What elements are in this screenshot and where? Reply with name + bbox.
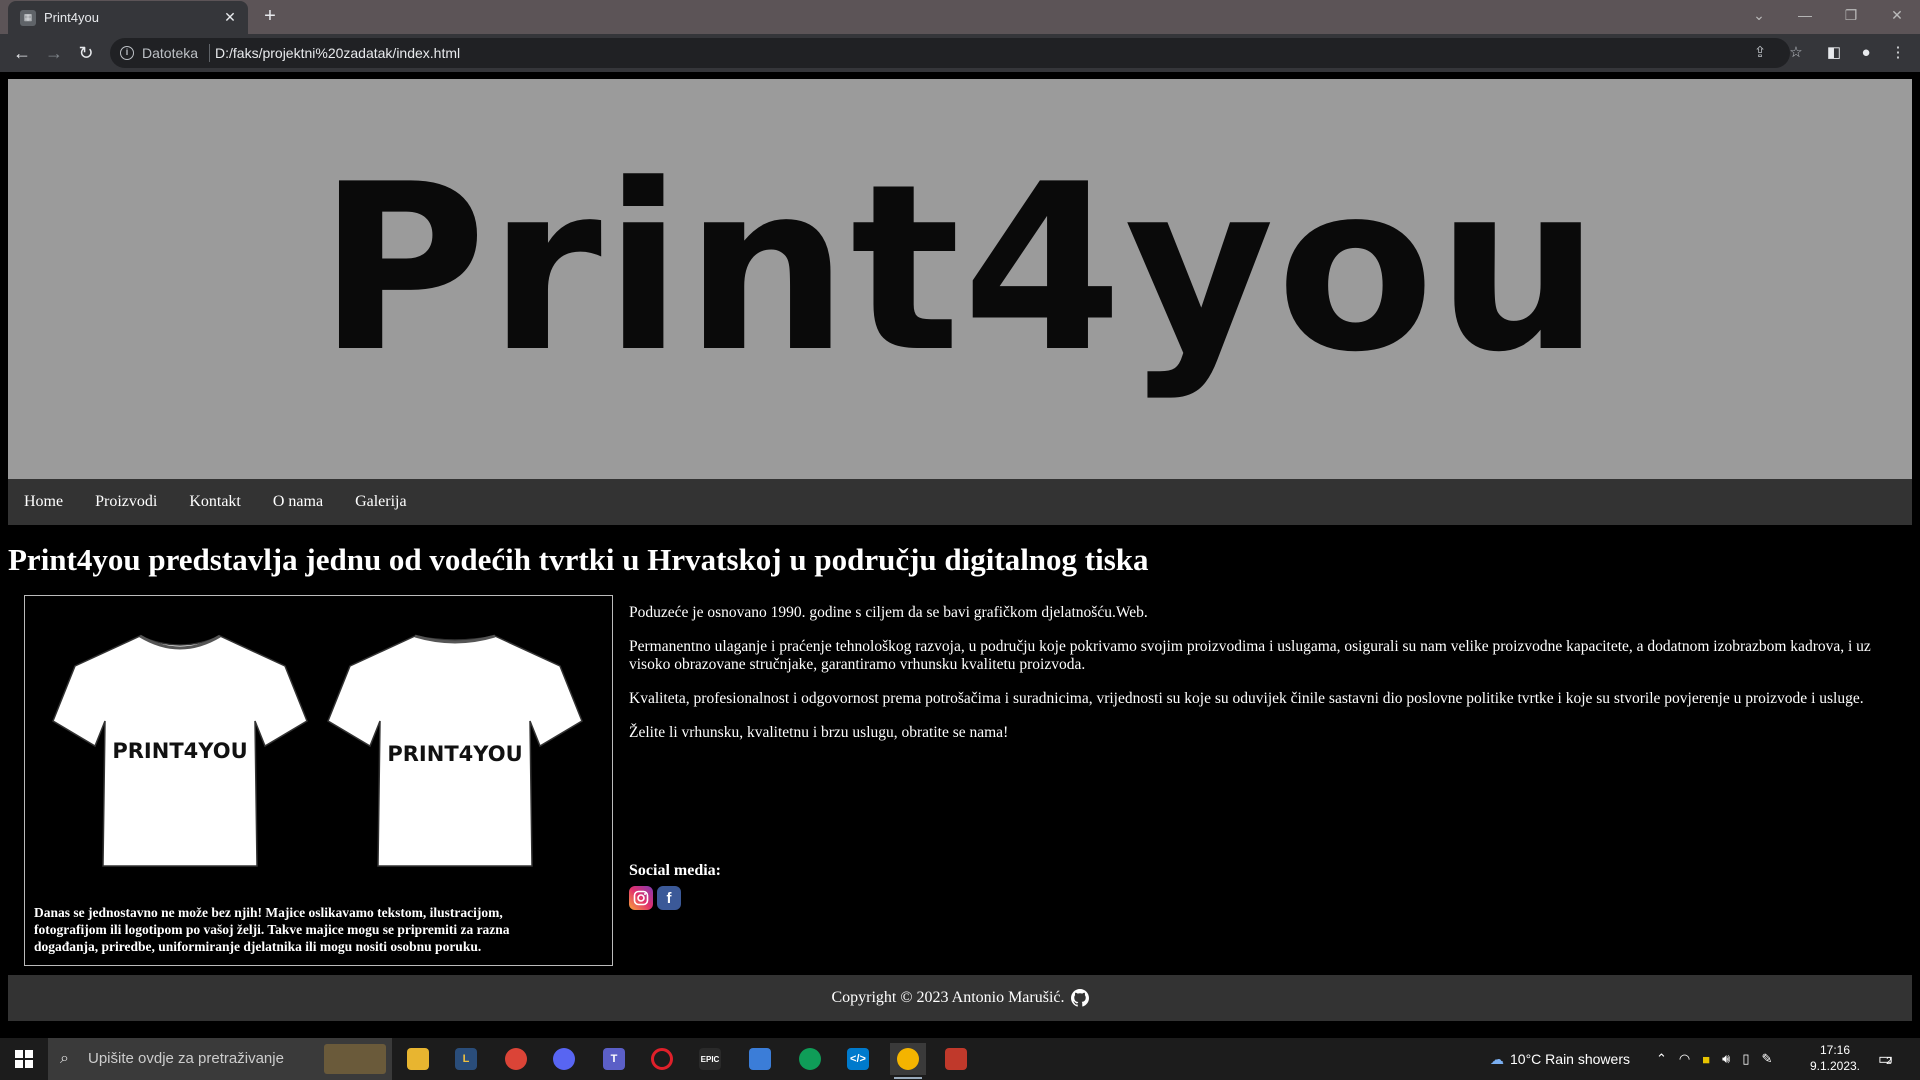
- omnibox-divider: [209, 44, 210, 62]
- share-icon[interactable]: ⇪: [1750, 43, 1770, 63]
- nav-link-galerija[interactable]: Galerija: [355, 493, 407, 511]
- page-favicon-icon: ▦: [20, 9, 36, 26]
- site-footer: Copyright © 2023 Antonio Marušić.: [8, 975, 1912, 1021]
- reload-icon[interactable]: ↻: [74, 41, 98, 65]
- search-icon: ⌕: [60, 1050, 69, 1067]
- instagram-icon[interactable]: [629, 886, 653, 910]
- teams-icon[interactable]: T: [596, 1043, 632, 1075]
- chrome-icon[interactable]: [498, 1043, 534, 1075]
- calculator-icon[interactable]: [742, 1043, 778, 1075]
- chrome-profile-icon[interactable]: [792, 1043, 828, 1075]
- side-panel-icon[interactable]: ◧: [1823, 42, 1845, 64]
- chevron-up-icon[interactable]: ⌃: [1656, 1051, 1667, 1067]
- file-explorer-icon[interactable]: [400, 1043, 436, 1075]
- taskbar-search[interactable]: ⌕ Upišite ovdje za pretraživanje: [48, 1038, 392, 1080]
- minimize-button[interactable]: —: [1782, 0, 1828, 30]
- web-page: Print4you Home Proizvodi Kontakt O nama …: [0, 72, 1920, 1038]
- browser-tab[interactable]: ▦ Print4you ✕: [8, 1, 248, 34]
- social-links: f: [629, 886, 681, 910]
- url-text[interactable]: D:/faks/projektni%20zadatak/index.html: [215, 45, 460, 61]
- site-navbar: Home Proizvodi Kontakt O nama Galerija: [8, 479, 1912, 525]
- device-icon[interactable]: ▯: [1742, 1051, 1749, 1067]
- info-icon[interactable]: i: [120, 46, 134, 60]
- paragraph: Permanentno ulaganje i praćenje tehnološ…: [629, 638, 1871, 673]
- bookmark-star-icon[interactable]: ☆: [1786, 43, 1806, 63]
- scheme-label: Datoteka: [142, 45, 199, 61]
- facebook-icon[interactable]: f: [657, 886, 681, 910]
- about-text: Poduzeće je osnovano 1990. godine s cilj…: [629, 604, 1914, 758]
- social-media-title: Social media:: [629, 862, 721, 879]
- paragraph: Kvaliteta, profesionalnost i odgovornost…: [629, 690, 1864, 707]
- tshirt-image-back: PRINT4YOU: [327, 634, 583, 867]
- volume-icon[interactable]: 🔊︎: [1722, 1051, 1730, 1067]
- shirt-print-front: PRINT4YOU: [112, 739, 247, 763]
- forward-icon[interactable]: →: [42, 41, 66, 65]
- hero-logo: Print4you: [317, 135, 1603, 403]
- menu-kebab-icon[interactable]: ⋮: [1887, 42, 1909, 64]
- chrome-active-icon[interactable]: [890, 1043, 926, 1079]
- address-bar[interactable]: i Datoteka D:/faks/projektni%20zadatak/i…: [110, 38, 1803, 68]
- app-icon-red[interactable]: [938, 1043, 974, 1075]
- notifications-icon[interactable]: ▭ 2: [1878, 1038, 1893, 1080]
- weather-text: 10°C Rain showers: [1510, 1051, 1630, 1067]
- system-tray: ⌃ ◠ ■ 🔊︎ ▯ ✎: [1656, 1038, 1772, 1080]
- profile-icon[interactable]: ●: [1855, 42, 1877, 64]
- date-text: 9.1.2023.: [1809, 1059, 1861, 1073]
- tshirt-caption: Danas se jednostavno ne može bez njih! M…: [34, 905, 510, 954]
- clock[interactable]: 17:16 9.1.2023.: [1800, 1042, 1870, 1074]
- folder-icon[interactable]: ■: [1702, 1052, 1710, 1067]
- weather-widget[interactable]: ☁ 10°C Rain showers: [1490, 1038, 1630, 1080]
- notification-count: 2: [1886, 1055, 1892, 1067]
- windows-taskbar: ⌕ Upišite ovdje za pretraživanje L T EPI…: [0, 1038, 1920, 1080]
- hero-banner: Print4you: [8, 79, 1912, 479]
- weather-cloud-icon: ☁: [1490, 1050, 1504, 1067]
- network-icon[interactable]: ◠: [1679, 1051, 1690, 1067]
- tshirt-image-front: PRINT4YOU: [52, 634, 308, 867]
- close-tab-icon[interactable]: ✕: [220, 8, 240, 28]
- search-highlight-image: [324, 1044, 386, 1074]
- paragraph: Želite li vrhunsku, kvalitetnu i brzu us…: [629, 724, 1009, 741]
- vscode-icon[interactable]: </>: [840, 1043, 876, 1075]
- nav-link-kontakt[interactable]: Kontakt: [189, 493, 241, 511]
- paragraph: Poduzeće je osnovano 1990. godine s cilj…: [629, 604, 1148, 621]
- restore-button[interactable]: ❐: [1828, 0, 1874, 30]
- shirt-print-back: PRINT4YOU: [387, 742, 522, 766]
- nav-link-home[interactable]: Home: [24, 493, 63, 511]
- browser-toolbar: ← → ↻ i Datoteka D:/faks/projektni%20zad…: [0, 34, 1920, 72]
- new-tab-button[interactable]: +: [258, 5, 282, 29]
- tshirt-showcase: PRINT4YOU PRINT4YOU Danas se jednostavno…: [24, 595, 613, 966]
- nav-link-proizvodi[interactable]: Proizvodi: [95, 493, 157, 511]
- close-window-button[interactable]: ✕: [1874, 0, 1920, 30]
- epic-games-icon[interactable]: EPIC: [692, 1043, 728, 1075]
- github-icon[interactable]: [1070, 989, 1089, 1007]
- time-text: 17:16: [1819, 1043, 1851, 1057]
- app-icon-yellow[interactable]: L: [448, 1043, 484, 1075]
- pen-icon[interactable]: ✎: [1761, 1051, 1772, 1067]
- tab-strip: ▦ Print4you ✕ + ⌄ — ❐ ✕: [0, 0, 1920, 34]
- copyright-text: Copyright © 2023 Antonio Marušić.: [831, 989, 1065, 1006]
- opera-icon[interactable]: [644, 1043, 680, 1075]
- back-icon[interactable]: ←: [10, 41, 34, 65]
- discord-icon[interactable]: [546, 1043, 582, 1075]
- nav-link-o-nama[interactable]: O nama: [273, 493, 323, 511]
- page-headline: Print4you predstavlja jednu od vodećih t…: [8, 542, 1149, 577]
- windows-start-icon[interactable]: [0, 1038, 48, 1080]
- search-placeholder: Upišite ovdje za pretraživanje: [88, 1050, 284, 1067]
- tab-title: Print4you: [44, 10, 99, 25]
- tab-search-icon[interactable]: ⌄: [1736, 0, 1782, 30]
